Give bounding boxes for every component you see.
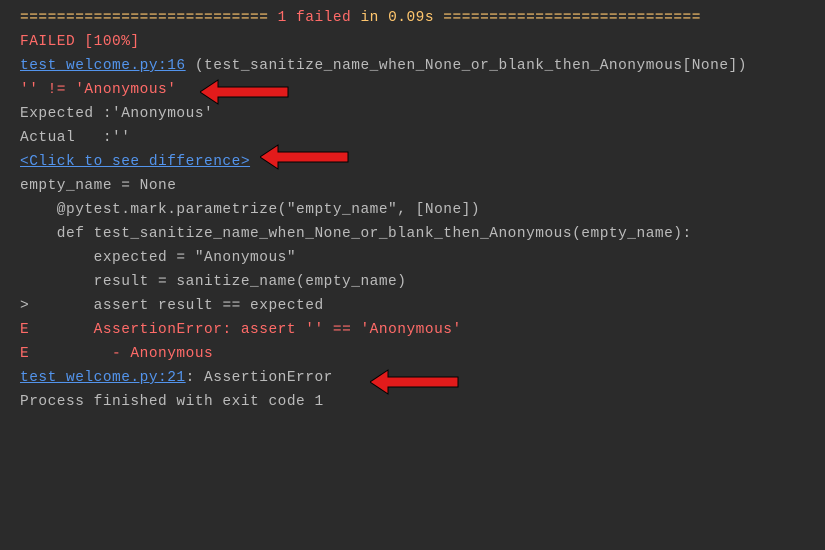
click-diff-line: <Click to see difference> bbox=[20, 150, 805, 174]
file-location-line: test_welcome.py:16 (test_sanitize_name_w… bbox=[20, 54, 805, 78]
assert-line: > assert result == expected bbox=[20, 294, 805, 318]
error-line-1: E AssertionError: assert '' == 'Anonymou… bbox=[20, 318, 805, 342]
summary-prefix: =========================== bbox=[20, 10, 278, 26]
failed-pct-line: FAILED [100%] bbox=[20, 30, 805, 54]
err-prefix-2: E bbox=[20, 346, 112, 362]
file-loc-2-suffix: : AssertionError bbox=[186, 370, 333, 386]
file-location-line-2: test_welcome.py:21: AssertionError bbox=[20, 366, 805, 390]
decorator-line: @pytest.mark.parametrize("empty_name", [… bbox=[20, 198, 805, 222]
def-line: def test_sanitize_name_when_None_or_blan… bbox=[20, 222, 805, 246]
exit-line: Process finished with exit code 1 bbox=[20, 390, 805, 414]
err-prefix-1: E bbox=[20, 322, 94, 338]
error-line-2: E - Anonymous bbox=[20, 342, 805, 366]
summary-line: =========================== 1 failed in … bbox=[20, 6, 805, 30]
expected-line: Expected :'Anonymous' bbox=[20, 102, 805, 126]
err-text-1: AssertionError: assert '' == 'Anonymous' bbox=[94, 322, 462, 338]
result-assignment-line: result = sanitize_name(empty_name) bbox=[20, 270, 805, 294]
test-name: (test_sanitize_name_when_None_or_blank_t… bbox=[186, 58, 747, 74]
file-link-2[interactable]: test_welcome.py:21 bbox=[20, 370, 186, 386]
summary-fail: 1 failed bbox=[278, 10, 352, 26]
click-diff-link[interactable]: <Click to see difference> bbox=[20, 154, 250, 170]
assert-prefix: > bbox=[20, 298, 94, 314]
assert-text: assert result == expected bbox=[94, 298, 324, 314]
summary-suffix: ============================ bbox=[434, 10, 701, 26]
err-text-2: - Anonymous bbox=[112, 346, 213, 362]
expected-assignment-line: expected = "Anonymous" bbox=[20, 246, 805, 270]
diff-line: '' != 'Anonymous' bbox=[20, 78, 805, 102]
file-link-1[interactable]: test_welcome.py:16 bbox=[20, 58, 186, 74]
actual-line: Actual :'' bbox=[20, 126, 805, 150]
summary-mid: in 0.09s bbox=[351, 10, 434, 26]
empty-name-line: empty_name = None bbox=[20, 174, 805, 198]
